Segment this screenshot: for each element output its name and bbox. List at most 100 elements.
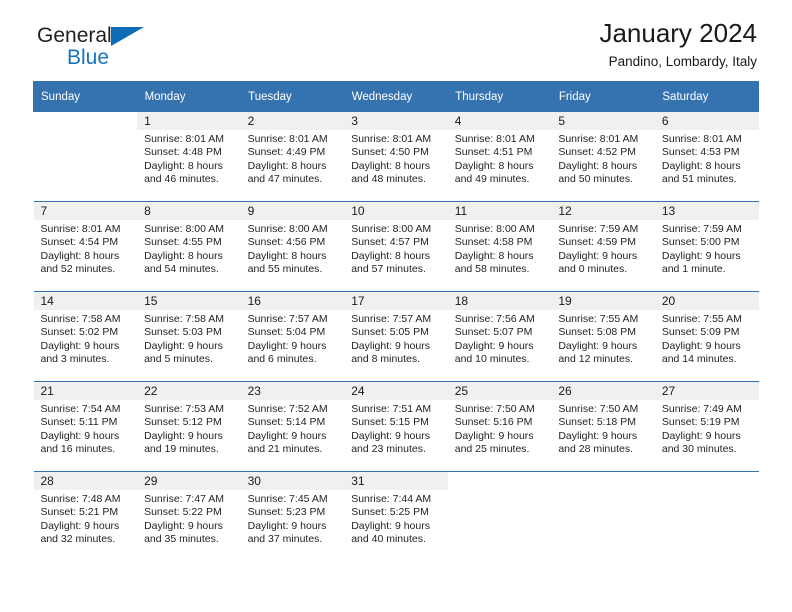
day-cell-inner: 10 Sunrise: 8:00 AM Sunset: 4:57 PM Dayligh… (344, 202, 448, 291)
sunset-text: Sunset: 4:53 PM (661, 146, 740, 159)
daylight-text: Daylight: 8 hours and 52 minutes. (40, 249, 120, 276)
general-blue-logo[interactable]: General Blue (37, 25, 237, 75)
day-details: Sunrise: 7:54 AM Sunset: 5:11 PM Daylight:… (34, 400, 138, 457)
calendar-day-cell[interactable]: 14 Sunrise: 7:58 AM Sunset: 5:02 PM Dayligh… (33, 291, 138, 382)
day-number: 27 (654, 382, 759, 400)
calendar-week-row: 7 Sunrise: 8:01 AM Sunset: 4:54 PM Daylight… (33, 201, 759, 292)
day-number: 15 (137, 292, 241, 310)
calendar-day-cell[interactable]: 16 Sunrise: 7:57 AM Sunset: 5:04 PM Dayligh… (240, 291, 345, 382)
sunrise-text: Sunrise: 7:45 AM (247, 493, 328, 505)
daylight-text: Daylight: 9 hours and 28 minutes. (558, 429, 638, 456)
day-cell-inner: 23 Sunrise: 7:52 AM Sunset: 5:14 PM Dayligh… (240, 382, 345, 471)
day-number: 14 (33, 292, 138, 310)
sunrise-text: Sunrise: 7:51 AM (351, 403, 432, 415)
day-number: 28 (33, 472, 138, 490)
sunrise-text: Sunrise: 7:44 AM (351, 493, 432, 505)
day-details: Sunrise: 8:00 AM Sunset: 4:56 PM Daylight:… (241, 220, 345, 277)
day-details: Sunrise: 8:01 AM Sunset: 4:52 PM Daylight:… (551, 130, 655, 187)
sunset-text: Sunset: 5:22 PM (144, 506, 222, 519)
calendar-day-cell[interactable]: 31 Sunrise: 7:44 AM Sunset: 5:25 PM Dayligh… (344, 471, 448, 561)
logo-general-text: General (37, 24, 112, 47)
sunset-text: Sunset: 4:59 PM (558, 236, 636, 249)
calendar-day-cell[interactable]: 12 Sunrise: 7:59 AM Sunset: 4:59 PM Dayligh… (551, 201, 655, 292)
daylight-text: Daylight: 9 hours and 23 minutes. (351, 429, 430, 456)
day-details: Sunrise: 7:59 AM Sunset: 4:59 PM Daylight:… (551, 220, 655, 277)
sunrise-text: Sunrise: 7:59 AM (661, 223, 742, 235)
sunrise-text: Sunrise: 8:01 AM (661, 133, 742, 145)
calendar-day-cell[interactable]: 30 Sunrise: 7:45 AM Sunset: 5:23 PM Dayligh… (240, 471, 345, 561)
sunrise-text: Sunrise: 7:56 AM (454, 313, 535, 325)
day-cell-inner: 13 Sunrise: 7:59 AM Sunset: 5:00 PM Dayligh… (654, 202, 759, 291)
calendar-day-cell[interactable]: 11 Sunrise: 8:00 AM Sunset: 4:58 PM Dayligh… (447, 201, 552, 292)
day-number: 10 (344, 202, 448, 220)
calendar-day-cell[interactable]: 27 Sunrise: 7:49 AM Sunset: 5:19 PM Dayligh… (654, 381, 759, 472)
day-details: Sunrise: 7:50 AM Sunset: 5:18 PM Daylight:… (551, 400, 655, 457)
calendar-day-cell[interactable]: 21 Sunrise: 7:54 AM Sunset: 5:11 PM Dayligh… (33, 381, 138, 472)
calendar-day-cell[interactable]: 2 Sunrise: 8:01 AM Sunset: 4:49 PM Daylight… (240, 111, 345, 202)
calendar-day-cell[interactable]: 5 Sunrise: 8:01 AM Sunset: 4:52 PM Daylight… (551, 111, 655, 202)
calendar-day-cell[interactable]: 4 Sunrise: 8:01 AM Sunset: 4:51 PM Daylight… (447, 111, 552, 202)
daylight-text: Daylight: 8 hours and 54 minutes. (144, 249, 223, 276)
sunset-text: Sunset: 5:21 PM (40, 506, 119, 519)
daylight-text: Daylight: 8 hours and 49 minutes. (454, 159, 534, 186)
sunset-text: Sunset: 5:07 PM (454, 326, 533, 339)
day-number: 8 (137, 202, 241, 220)
calendar-cell-empty (654, 471, 759, 561)
day-cell-inner: 22 Sunrise: 7:53 AM Sunset: 5:12 PM Dayligh… (137, 382, 241, 471)
day-number (655, 472, 759, 490)
calendar-day-cell[interactable]: 13 Sunrise: 7:59 AM Sunset: 5:00 PM Dayligh… (654, 201, 759, 292)
day-cell-inner: 2 Sunrise: 8:01 AM Sunset: 4:49 PM Daylight… (240, 112, 345, 201)
day-cell-inner: 30 Sunrise: 7:45 AM Sunset: 5:23 PM Dayligh… (240, 472, 345, 561)
day-details: Sunrise: 8:01 AM Sunset: 4:54 PM Daylight:… (34, 220, 138, 277)
day-number: 7 (33, 202, 138, 220)
day-number: 21 (33, 382, 138, 400)
calendar-day-cell[interactable]: 24 Sunrise: 7:51 AM Sunset: 5:15 PM Dayligh… (344, 381, 448, 472)
day-details: Sunrise: 8:00 AM Sunset: 4:57 PM Daylight:… (344, 220, 448, 277)
day-number: 25 (447, 382, 552, 400)
daylight-text: Daylight: 9 hours and 14 minutes. (661, 339, 741, 366)
calendar-day-cell[interactable]: 18 Sunrise: 7:56 AM Sunset: 5:07 PM Dayligh… (447, 291, 552, 382)
calendar-day-cell[interactable]: 6 Sunrise: 8:01 AM Sunset: 4:53 PM Daylight… (654, 111, 759, 202)
calendar-day-cell[interactable]: 19 Sunrise: 7:55 AM Sunset: 5:08 PM Dayligh… (551, 291, 655, 382)
sunset-text: Sunset: 4:49 PM (247, 146, 326, 159)
day-number: 22 (137, 382, 241, 400)
day-cell-inner: 27 Sunrise: 7:49 AM Sunset: 5:19 PM Dayligh… (654, 382, 759, 471)
day-number: 1 (137, 112, 241, 130)
calendar-week-row: 21 Sunrise: 7:54 AM Sunset: 5:11 PM Dayligh… (33, 381, 759, 472)
calendar-day-cell[interactable]: 15 Sunrise: 7:58 AM Sunset: 5:03 PM Dayligh… (137, 291, 241, 382)
sunset-text: Sunset: 5:18 PM (558, 416, 636, 429)
calendar-day-cell[interactable]: 20 Sunrise: 7:55 AM Sunset: 5:09 PM Dayligh… (654, 291, 759, 382)
calendar-day-cell[interactable]: 17 Sunrise: 7:57 AM Sunset: 5:05 PM Dayligh… (344, 291, 448, 382)
sunrise-text: Sunrise: 7:57 AM (351, 313, 432, 325)
sunset-text: Sunset: 5:12 PM (144, 416, 222, 429)
calendar-day-cell[interactable]: 10 Sunrise: 8:00 AM Sunset: 4:57 PM Dayligh… (344, 201, 448, 292)
calendar-day-cell[interactable]: 9 Sunrise: 8:00 AM Sunset: 4:56 PM Daylight… (240, 201, 345, 292)
sunset-text: Sunset: 5:19 PM (661, 416, 740, 429)
daylight-text: Daylight: 9 hours and 6 minutes. (247, 339, 327, 366)
sunset-text: Sunset: 5:02 PM (40, 326, 119, 339)
daylight-text: Daylight: 9 hours and 21 minutes. (247, 429, 327, 456)
sunset-text: Sunset: 5:00 PM (661, 236, 740, 249)
calendar-day-cell[interactable]: 8 Sunrise: 8:00 AM Sunset: 4:55 PM Daylight… (137, 201, 241, 292)
calendar-day-cell[interactable]: 7 Sunrise: 8:01 AM Sunset: 4:54 PM Daylight… (33, 201, 138, 292)
day-cell-inner (655, 472, 759, 561)
calendar-day-cell[interactable]: 25 Sunrise: 7:50 AM Sunset: 5:16 PM Dayligh… (447, 381, 552, 472)
sunset-text: Sunset: 4:56 PM (247, 236, 326, 249)
sunset-text: Sunset: 5:11 PM (40, 416, 118, 429)
calendar-day-cell[interactable]: 1 Sunrise: 8:01 AM Sunset: 4:48 PM Daylight… (137, 111, 241, 202)
calendar-day-cell[interactable]: 3 Sunrise: 8:01 AM Sunset: 4:50 PM Daylight… (344, 111, 448, 202)
calendar-page: General Blue January 2024 Pandino, Lomba… (0, 0, 792, 612)
sunrise-text: Sunrise: 7:57 AM (247, 313, 328, 325)
day-cell-inner: 20 Sunrise: 7:55 AM Sunset: 5:09 PM Dayligh… (654, 292, 759, 381)
daylight-text: Daylight: 9 hours and 5 minutes. (144, 339, 223, 366)
calendar-day-cell[interactable]: 28 Sunrise: 7:48 AM Sunset: 5:21 PM Dayligh… (33, 471, 138, 561)
calendar-day-cell[interactable]: 26 Sunrise: 7:50 AM Sunset: 5:18 PM Dayligh… (551, 381, 655, 472)
sunset-text: Sunset: 5:23 PM (247, 506, 326, 519)
weekday-header-sunday: Sunday (33, 81, 138, 112)
calendar-day-cell[interactable]: 29 Sunrise: 7:47 AM Sunset: 5:22 PM Dayligh… (137, 471, 241, 561)
weekday-header-thursday: Thursday (447, 81, 552, 112)
sunset-text: Sunset: 5:25 PM (351, 506, 429, 519)
day-number (34, 112, 138, 130)
calendar-day-cell[interactable]: 23 Sunrise: 7:52 AM Sunset: 5:14 PM Dayligh… (240, 381, 345, 472)
calendar-day-cell[interactable]: 22 Sunrise: 7:53 AM Sunset: 5:12 PM Dayligh… (137, 381, 241, 472)
